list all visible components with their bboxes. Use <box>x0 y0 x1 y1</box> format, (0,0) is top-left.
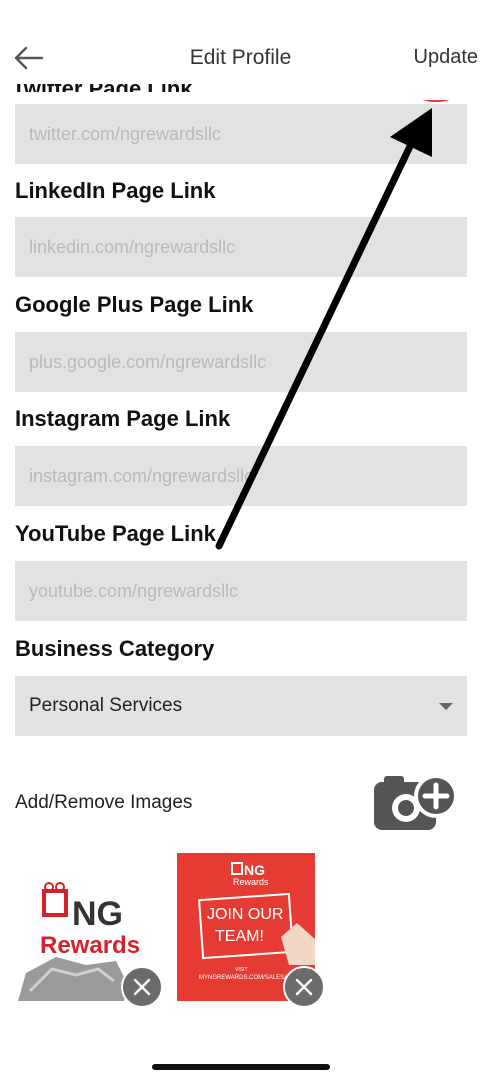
thumb2-headline-1: JOIN OUR <box>207 906 283 923</box>
youtube-link-field[interactable]: youtube.com/ngrewardsllc <box>15 561 467 621</box>
business-category-value: Personal Services <box>29 695 183 716</box>
linkedin-label: LinkedIn Page Link <box>15 178 216 203</box>
twitter-link-field[interactable]: twitter.com/ngrewardsllc <box>15 104 467 164</box>
business-category-label: Business Category <box>15 636 215 661</box>
youtube-label: YouTube Page Link <box>15 521 216 546</box>
update-button[interactable]: Update <box>414 46 479 69</box>
linkedin-link-field[interactable]: linkedin.com/ngrewardsllc <box>15 217 467 277</box>
dropdown-caret-icon <box>439 703 453 710</box>
business-category-select[interactable]: Personal Services <box>15 676 467 736</box>
thumb2-headline-2: TEAM! <box>215 928 264 945</box>
google-plus-label: Google Plus Page Link <box>15 292 254 317</box>
thumb2-sub: Rewards <box>233 877 269 887</box>
nav-header: Edit Profile Update Twitter Page Link <box>0 0 481 100</box>
add-remove-images-label: Add/Remove Images <box>15 792 193 813</box>
thumb2-visit: VISIT <box>235 967 248 973</box>
remove-image-icon[interactable] <box>283 966 325 1008</box>
thumb1-brand: NG <box>72 895 123 933</box>
instagram-link-field[interactable]: instagram.com/ngrewardsllc <box>15 446 467 506</box>
add-photo-icon[interactable] <box>372 772 460 834</box>
thumb1-sub: Rewards <box>40 932 140 959</box>
home-indicator[interactable] <box>152 1064 330 1070</box>
page-title: Edit Profile <box>189 46 292 69</box>
remove-image-icon[interactable] <box>121 966 163 1008</box>
google-plus-link-field[interactable]: plus.google.com/ngrewardsllc <box>15 332 467 392</box>
edit-profile-screen: Edit Profile Update Twitter Page Link tw… <box>0 0 481 1080</box>
thumb2-brand: NG <box>244 862 265 878</box>
instagram-label: Instagram Page Link <box>15 406 231 431</box>
partial-field-label: Twitter Page Link <box>12 76 193 92</box>
